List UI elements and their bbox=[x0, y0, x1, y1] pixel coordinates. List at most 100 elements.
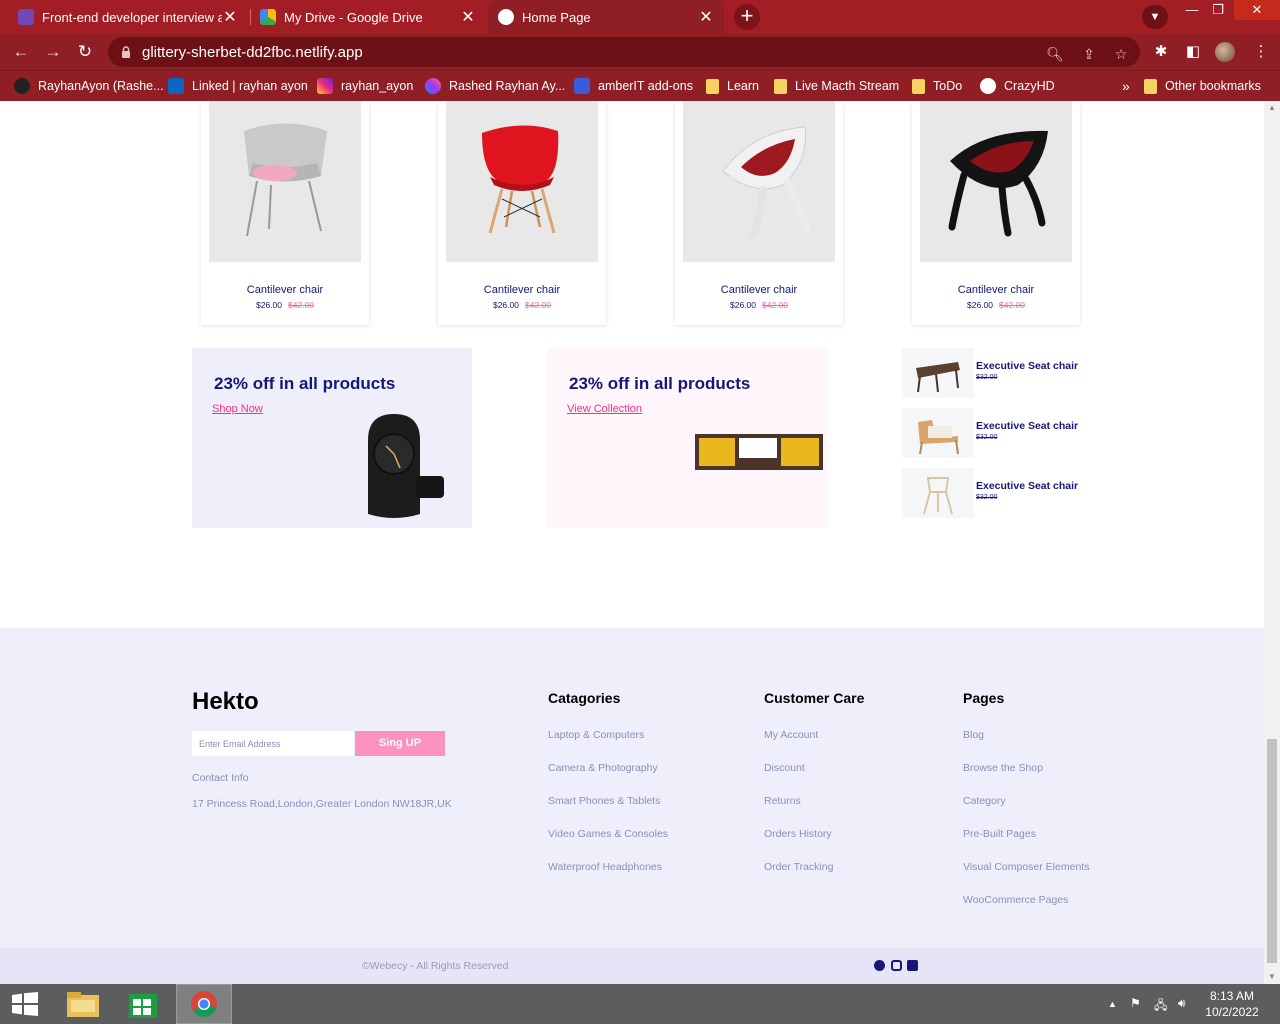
bookmark-label: RayhanAyon (Rashe... bbox=[38, 79, 164, 93]
bookmark-instagram[interactable]: rayhan_ayon bbox=[317, 71, 413, 101]
side-panel-icon[interactable]: ◧ bbox=[1184, 43, 1202, 61]
footer-link[interactable]: Blog bbox=[963, 729, 984, 741]
close-icon[interactable]: ✕ bbox=[698, 7, 714, 27]
price-current: $26.00 bbox=[493, 300, 519, 310]
store-button[interactable] bbox=[116, 984, 172, 1024]
footer-link[interactable]: Order Tracking bbox=[764, 861, 833, 873]
browser-toolbar: ← → ↻ glittery-sherbet-dd2fbc.netlify.ap… bbox=[0, 34, 1280, 70]
footer-link[interactable]: Orders History bbox=[764, 828, 832, 840]
footer-link[interactable]: My Account bbox=[764, 729, 818, 741]
close-icon[interactable]: ✕ bbox=[460, 7, 476, 27]
folder-icon bbox=[1144, 78, 1157, 94]
footer-link[interactable]: WooCommerce Pages bbox=[963, 894, 1068, 906]
mini-product[interactable]: Executive Seat chair $32.00 bbox=[902, 348, 1102, 398]
product-card[interactable]: Cantilever chair $26.00 $42.00 bbox=[912, 101, 1080, 325]
page-scrollbar[interactable]: ▲ ▼ bbox=[1264, 101, 1280, 984]
network-icon[interactable]: 🖧 bbox=[1154, 996, 1167, 1017]
bookmark-learn[interactable]: Learn bbox=[706, 71, 759, 101]
bookmark-live-match[interactable]: Live Macth Stream bbox=[774, 71, 899, 101]
back-button[interactable]: ← bbox=[10, 41, 32, 63]
footer-link[interactable]: Camera & Photography bbox=[548, 762, 658, 774]
product-name: Cantilever chair bbox=[957, 284, 1035, 296]
bookmark-messenger[interactable]: Rashed Rayhan Ay... bbox=[425, 71, 565, 101]
footer-link[interactable]: Category bbox=[963, 795, 1006, 807]
product-price: $26.00 $42.00 bbox=[438, 300, 606, 310]
tab-title: My Drive - Google Drive bbox=[284, 9, 423, 25]
share-icon[interactable]: ⇪ bbox=[1080, 45, 1098, 63]
tab-interview[interactable]: Front-end developer interview as ✕ bbox=[8, 0, 248, 34]
mini-product[interactable]: Executive Seat chair $32.00 bbox=[902, 408, 1102, 458]
footer-link[interactable]: Laptop & Computers bbox=[548, 729, 644, 741]
product-card[interactable]: Cantilever chair $26.00 $42.00 bbox=[438, 101, 606, 325]
bookmark-linkedin[interactable]: Linked | rayhan ayon bbox=[168, 71, 308, 101]
new-tab-button[interactable]: + bbox=[734, 4, 760, 30]
price-current: $26.00 bbox=[730, 300, 756, 310]
tab-home-page[interactable]: Home Page ✕ bbox=[488, 0, 724, 34]
windows-taskbar: ▲ ⚑ 🖧 🔊︎ 8:13 AM 10/2/2022 bbox=[0, 984, 1280, 1024]
reload-button[interactable]: ↻ bbox=[74, 41, 96, 63]
footer-link[interactable]: Visual Composer Elements bbox=[963, 861, 1089, 873]
twitter-icon[interactable] bbox=[907, 960, 918, 971]
menu-icon[interactable]: ⋮ bbox=[1252, 43, 1270, 61]
globe-icon bbox=[980, 78, 996, 94]
view-collection-link[interactable]: View Collection bbox=[567, 403, 642, 415]
volume-icon[interactable]: 🔊︎ bbox=[1178, 996, 1186, 1011]
browser-titlebar: Front-end developer interview as ✕ My Dr… bbox=[0, 0, 1280, 34]
tab-title: Home Page bbox=[522, 9, 591, 25]
flag-icon[interactable]: ⚑ bbox=[1130, 996, 1141, 1010]
tab-search-button[interactable]: ▼ bbox=[1142, 5, 1168, 29]
footer-link[interactable]: Video Games & Consoles bbox=[548, 828, 668, 840]
bookmark-todo[interactable]: ToDo bbox=[912, 71, 962, 101]
email-input[interactable] bbox=[192, 731, 354, 756]
instagram-icon[interactable] bbox=[891, 960, 902, 971]
scroll-up-arrow[interactable]: ▲ bbox=[1264, 101, 1280, 115]
product-card[interactable]: Cantilever chair $26.00 $42.00 bbox=[201, 101, 369, 325]
extensions-icon[interactable]: ✱ bbox=[1152, 43, 1170, 61]
folder-icon bbox=[67, 992, 99, 1017]
bookmark-other[interactable]: Other bookmarks bbox=[1144, 71, 1261, 101]
chrome-icon bbox=[191, 991, 217, 1017]
mini-product-name: Executive Seat chair bbox=[976, 420, 1079, 432]
close-window-button[interactable]: ✕ bbox=[1234, 0, 1280, 20]
lounge-chair-image bbox=[918, 420, 959, 455]
start-button[interactable] bbox=[0, 984, 56, 1024]
scroll-thumb[interactable] bbox=[1267, 739, 1277, 963]
file-explorer-button[interactable] bbox=[56, 984, 112, 1024]
price-old: $42.00 bbox=[288, 300, 314, 310]
system-clock[interactable]: 8:13 AM 10/2/2022 bbox=[1196, 988, 1268, 1020]
zoom-icon[interactable]: 🔍︎ bbox=[1046, 45, 1064, 63]
forward-button[interactable]: → bbox=[42, 41, 64, 63]
show-hidden-icons[interactable]: ▲ bbox=[1108, 999, 1117, 1009]
footer-link[interactable]: Waterproof Headphones bbox=[548, 861, 662, 873]
footer-link[interactable]: Returns bbox=[764, 795, 801, 807]
bookmark-label: CrazyHD bbox=[1004, 79, 1055, 93]
chrome-taskbar-button[interactable] bbox=[176, 984, 232, 1024]
star-icon[interactable]: ☆ bbox=[1112, 45, 1130, 63]
bookmarks-overflow-button[interactable]: » bbox=[1122, 71, 1130, 101]
footer-link[interactable]: Pre-Built Pages bbox=[963, 828, 1036, 840]
bookmark-amberit[interactable]: amberIT add-ons bbox=[574, 71, 693, 101]
bookmark-github[interactable]: RayhanAyon (Rashe... bbox=[14, 71, 164, 101]
product-card[interactable]: Cantilever chair $26.00 $42.00 bbox=[675, 101, 843, 325]
scroll-down-arrow[interactable]: ▼ bbox=[1264, 970, 1280, 984]
tab-title: Front-end developer interview as bbox=[42, 9, 222, 25]
instagram-icon bbox=[317, 78, 333, 94]
close-icon[interactable]: ✕ bbox=[222, 7, 238, 27]
promo-card: 23% off in all products Shop Now bbox=[192, 348, 472, 528]
footer-link[interactable]: Smart Phones & Tablets bbox=[548, 795, 660, 807]
tab-google-drive[interactable]: My Drive - Google Drive ✕ bbox=[250, 0, 486, 34]
footer-link[interactable]: Discount bbox=[764, 762, 805, 774]
clock-time: 8:13 AM bbox=[1209, 989, 1255, 1003]
sideboard-image bbox=[695, 434, 823, 470]
footer-link[interactable]: Browse the Shop bbox=[963, 762, 1043, 774]
mini-product[interactable]: Executive Seat chair $32.00 bbox=[902, 468, 1102, 518]
address-bar[interactable]: glittery-sherbet-dd2fbc.netlify.app 🔍︎ ⇪… bbox=[108, 37, 1140, 67]
signup-button[interactable]: Sing UP bbox=[355, 731, 445, 756]
bookmark-crazyhd[interactable]: CrazyHD bbox=[980, 71, 1055, 101]
footer-brand[interactable]: Hekto bbox=[192, 688, 259, 716]
facebook-icon[interactable] bbox=[874, 960, 885, 971]
restore-button[interactable]: ❐ bbox=[1202, 0, 1234, 20]
contact-info-label: Contact Info bbox=[192, 772, 249, 784]
profile-avatar[interactable] bbox=[1215, 42, 1235, 62]
shop-now-link[interactable]: Shop Now bbox=[212, 403, 263, 415]
